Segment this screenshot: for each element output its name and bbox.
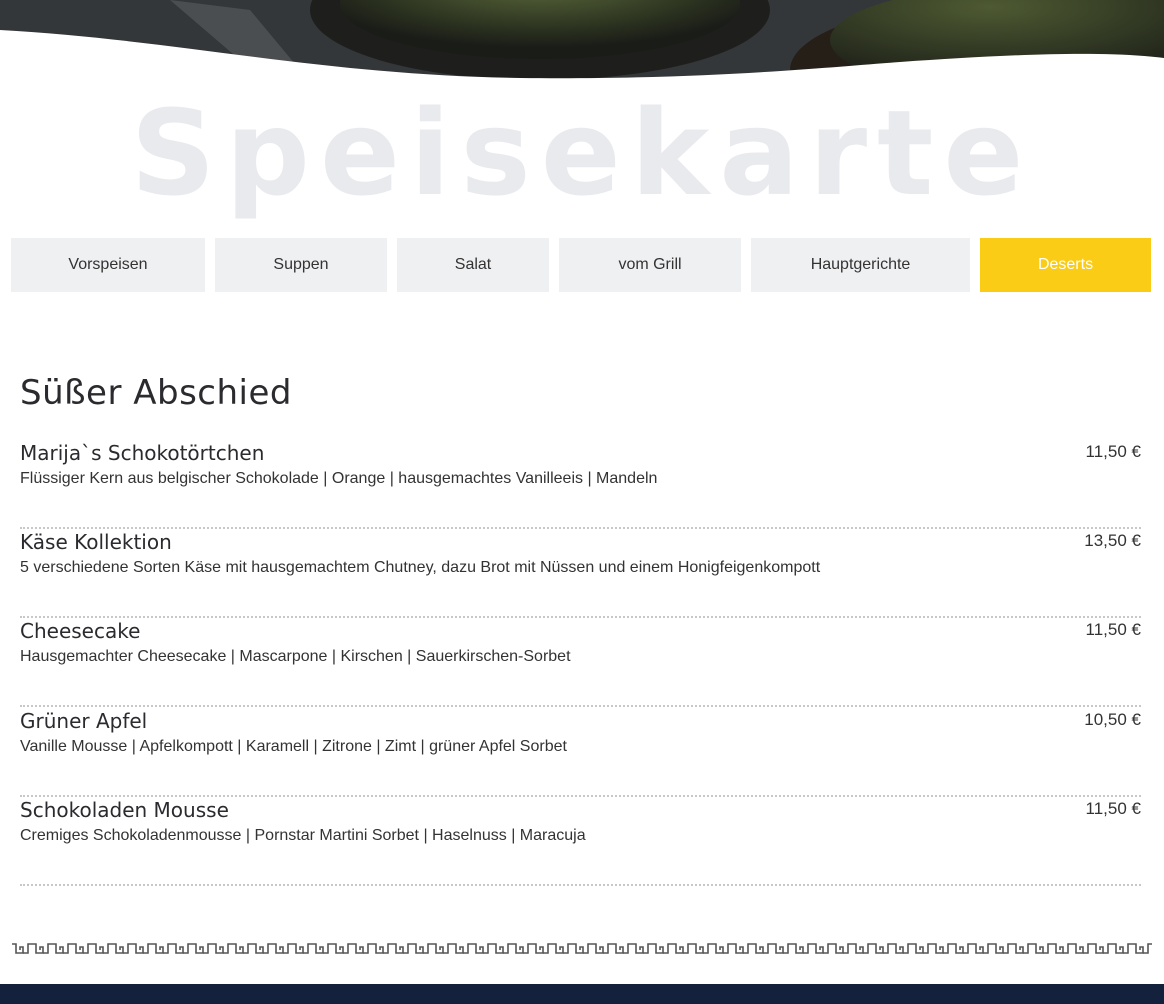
greek-key-divider-icon: [12, 940, 1152, 958]
item-name: Marija`s Schokotörtchen: [20, 441, 265, 465]
tab-hauptgerichte[interactable]: Hauptgerichte: [751, 238, 970, 292]
item-name: Grüner Apfel: [20, 709, 148, 733]
item-name: Schokoladen Mousse: [20, 798, 229, 822]
item-name: Käse Kollektion: [20, 530, 172, 554]
tab-suppen[interactable]: Suppen: [215, 238, 387, 292]
greek-key-pattern: [12, 940, 1152, 958]
tab-vorspeisen[interactable]: Vorspeisen: [11, 238, 205, 292]
page-title: Speisekarte: [130, 84, 1034, 222]
item-description: Hausgemachter Cheesecake | Mascarpone | …: [20, 648, 571, 665]
section-title: Süßer Abschied: [20, 373, 292, 413]
item-price: 10,50 €: [1084, 710, 1141, 729]
category-tabs: Vorspeisen Suppen Salat vom Grill Hauptg…: [0, 238, 1164, 292]
item-price: 11,50 €: [1085, 620, 1141, 639]
hero-food-image: [0, 0, 1164, 90]
menu-item: Cheesecake 11,50 € Hausgemachter Cheesec…: [20, 618, 1141, 707]
tab-deserts[interactable]: Deserts: [980, 238, 1151, 292]
item-price: 11,50 €: [1085, 442, 1141, 461]
menu-item: Schokoladen Mousse 11,50 € Cremiges Scho…: [20, 797, 1141, 886]
hero-banner: [0, 0, 1164, 90]
item-description: Cremiges Schokoladenmousse | Pornstar Ma…: [20, 827, 586, 844]
menu-item: Grüner Apfel 10,50 € Vanille Mousse | Ap…: [20, 708, 1141, 797]
footer-bar: [0, 984, 1164, 1004]
item-price: 11,50 €: [1085, 799, 1141, 818]
item-description: Vanille Mousse | Apfelkompott | Karamell…: [20, 738, 567, 755]
menu-item: Käse Kollektion 13,50 € 5 verschiedene S…: [20, 529, 1141, 618]
tab-salat[interactable]: Salat: [397, 238, 549, 292]
tab-vom-grill[interactable]: vom Grill: [559, 238, 741, 292]
item-price: 13,50 €: [1084, 531, 1141, 550]
item-name: Cheesecake: [20, 619, 141, 643]
item-description: Flüssiger Kern aus belgischer Schokolade…: [20, 470, 658, 487]
item-description: 5 verschiedene Sorten Käse mit hausgemac…: [20, 559, 821, 576]
menu-item: Marija`s Schokotörtchen 11,50 € Flüssige…: [20, 440, 1141, 529]
